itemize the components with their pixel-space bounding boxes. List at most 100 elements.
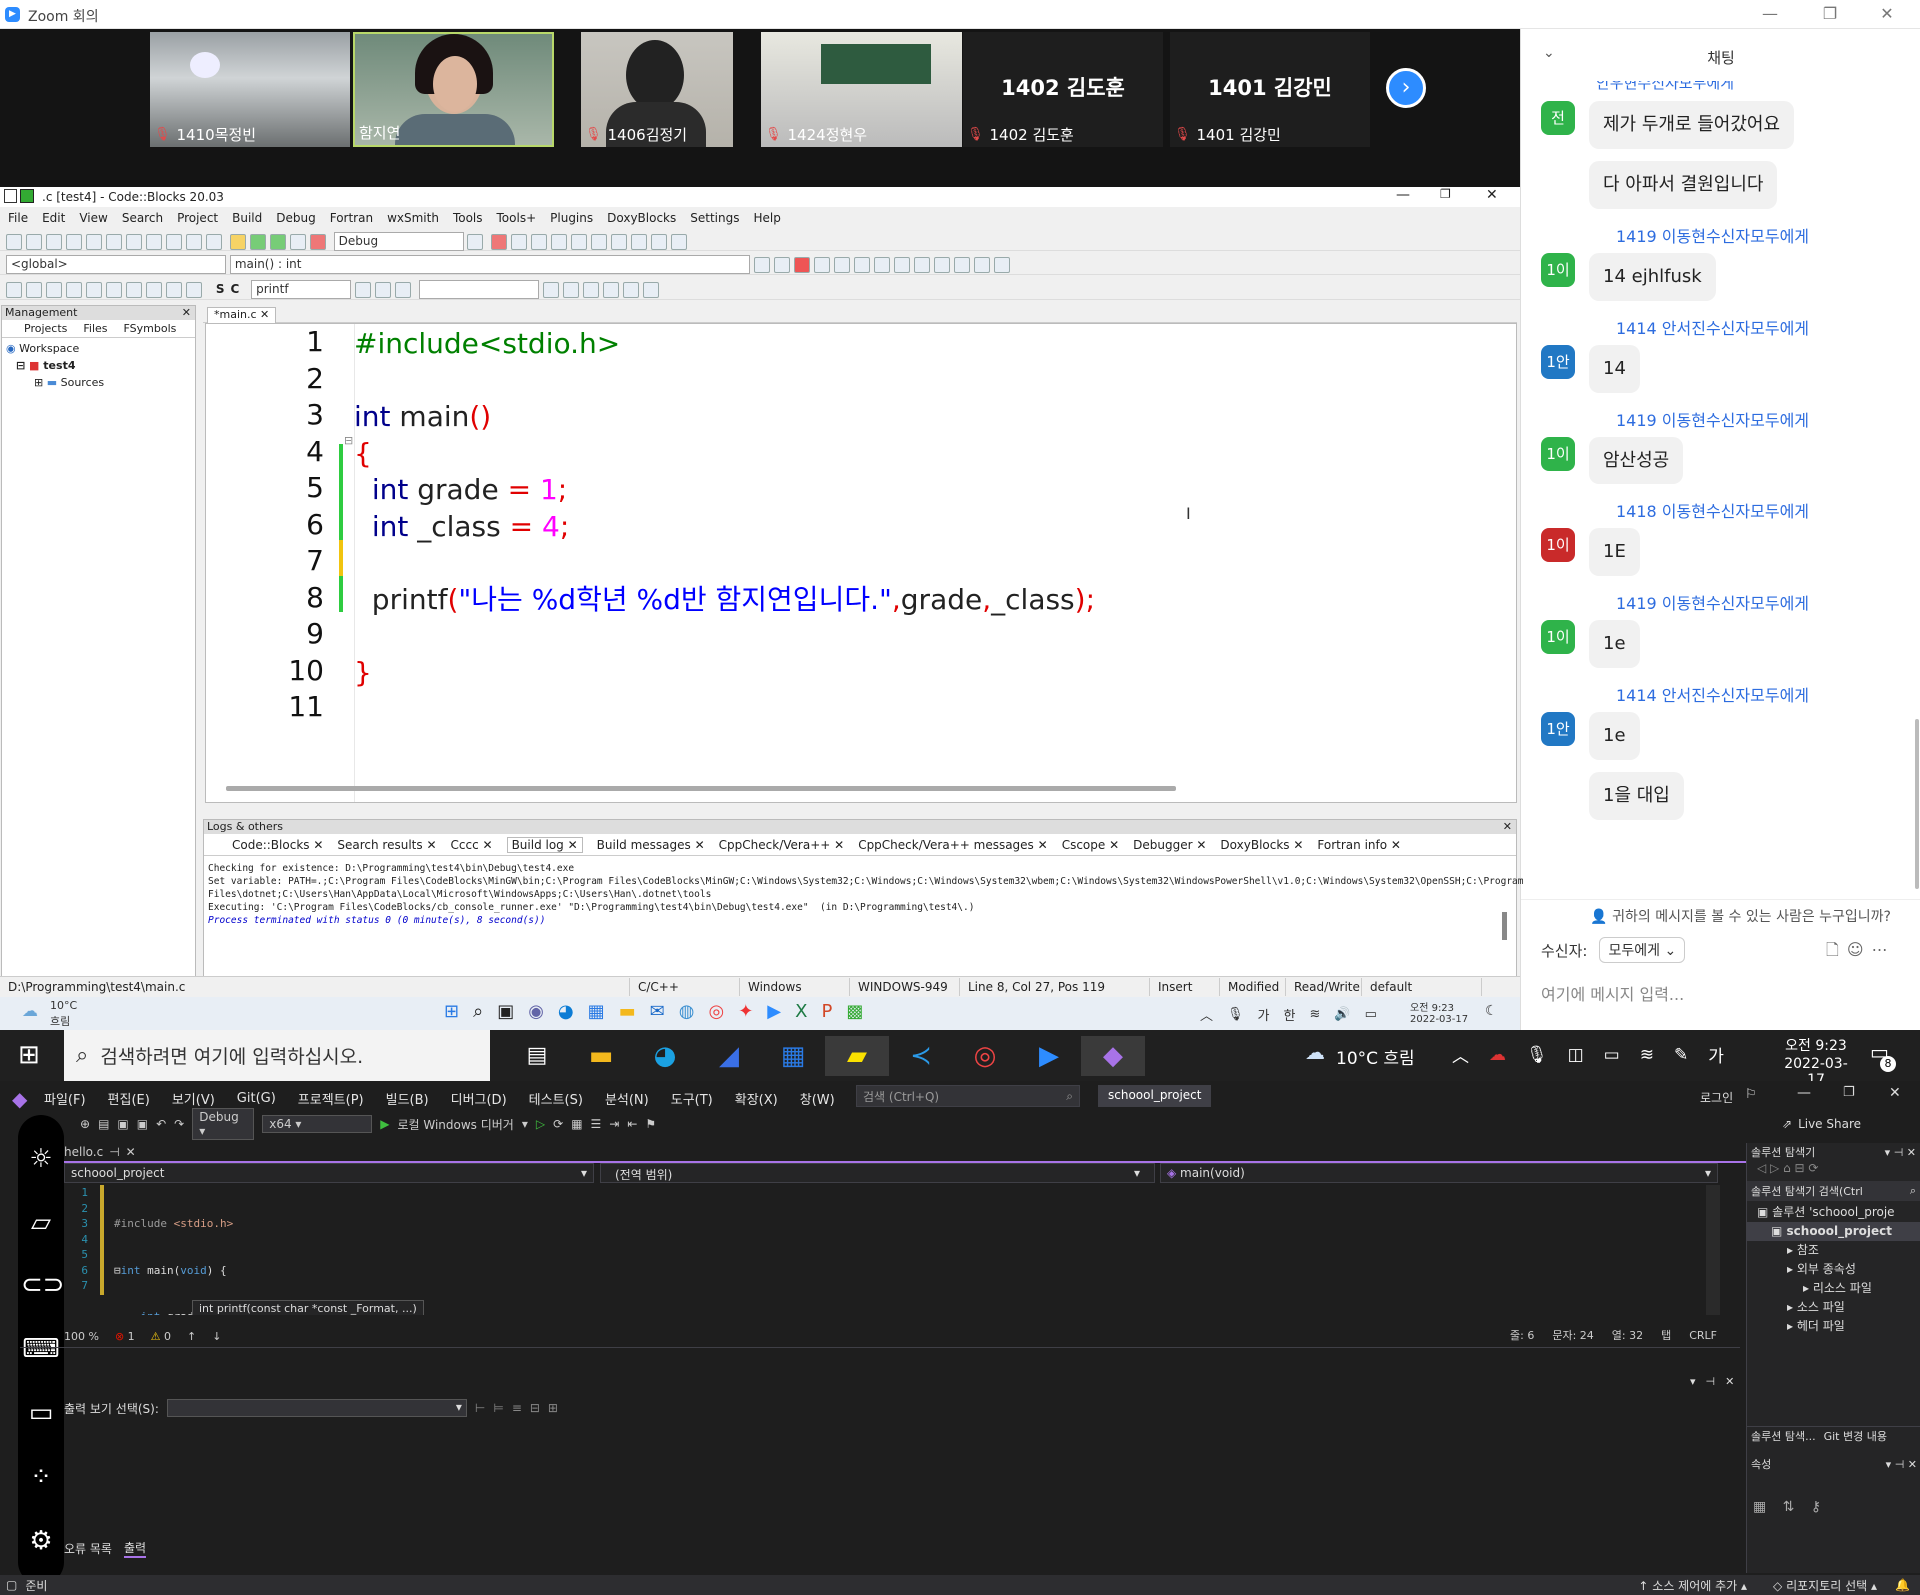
tab-output[interactable]: 출력	[123, 1539, 147, 1558]
log-tab[interactable]: Build messages ✕	[597, 838, 705, 852]
properties-toolbar-icons[interactable]: ▦ ⇅ ⚷	[1753, 1499, 1827, 1515]
platform-select[interactable]: x64 ▾	[262, 1115, 373, 1133]
jump-back-icon[interactable]	[753, 256, 770, 273]
participant-tile[interactable]: 🎙 1410목정빈	[150, 32, 350, 147]
zoom-icon[interactable]: ▶	[767, 1001, 781, 1022]
se-tree-item[interactable]: ▸ 헤더 파일	[1747, 1317, 1920, 1336]
vs-menu-item[interactable]: 테스트(S)	[529, 1089, 583, 1108]
app-icon[interactable]: ◢	[697, 1036, 761, 1076]
tree-workspace[interactable]: ◉ Workspace	[6, 340, 191, 357]
regex-icon[interactable]	[642, 281, 659, 298]
chat-bubble[interactable]: 1을 대입	[1589, 772, 1684, 821]
c-icon[interactable]: C	[230, 282, 239, 296]
tab-git-changes[interactable]: Git 변경 내용	[1824, 1428, 1887, 1444]
teams-icon[interactable]: ◉	[528, 1001, 544, 1022]
store-icon[interactable]: ▦	[588, 1001, 605, 1022]
chat-bubble[interactable]: 암산성공	[1589, 436, 1684, 485]
ime-indicator[interactable]: 가	[1258, 1005, 1270, 1024]
next-icon[interactable]	[993, 256, 1010, 273]
paste-icon[interactable]	[166, 233, 182, 250]
vs-position-field[interactable]: 문자: 24	[1552, 1327, 1593, 1343]
close-tab-icon[interactable]: ✕	[1193, 838, 1206, 852]
save-all-icon[interactable]	[66, 233, 82, 250]
cb-menu-debug[interactable]: Debug	[276, 211, 315, 225]
chat-tools[interactable]: 🗋☺⋯	[1826, 939, 1896, 966]
battery-icon[interactable]: ▭	[1365, 1007, 1377, 1022]
debugger-label[interactable]: 로컬 Windows 디버거	[397, 1116, 513, 1133]
editor-tab-main[interactable]: *main.c ✕	[207, 307, 277, 323]
kakaotalk-icon[interactable]: ▰	[825, 1035, 889, 1076]
arrow-down-icon[interactable]: ↓	[212, 1330, 221, 1343]
battery-icon[interactable]: ▭	[1604, 1045, 1620, 1065]
search-combo[interactable]: printf	[251, 280, 352, 299]
zoom-out-icon[interactable]	[186, 281, 202, 298]
start-no-debug-icon[interactable]: ▷	[536, 1117, 545, 1131]
se-tree-item[interactable]: ▣ 솔루션 'schoool_proje	[1747, 1203, 1920, 1222]
who-can-see-link[interactable]: 👤 귀하의 메시지를 볼 수 있는 사람은 누구입니까?	[1521, 899, 1920, 926]
close-tab-icon[interactable]: ✕	[1105, 838, 1119, 852]
back-icon[interactable]	[542, 281, 559, 298]
se-tree-item[interactable]: ▸ 소스 파일	[1747, 1298, 1920, 1317]
chevron-up-icon[interactable]: ︿	[1200, 1005, 1213, 1024]
start-icon[interactable]: ⊞	[444, 1001, 459, 1022]
comment-icon[interactable]	[893, 256, 910, 273]
vs-menu-item[interactable]: Git(G)	[237, 1091, 276, 1106]
zoom-in-icon[interactable]	[166, 281, 182, 298]
build-icon[interactable]	[229, 233, 246, 250]
start-debug-icon[interactable]: ▶	[380, 1117, 389, 1131]
vs-menu-item[interactable]: 보기(V)	[172, 1089, 215, 1108]
vs-menu-item[interactable]: 편집(E)	[108, 1089, 150, 1108]
close-tab-icon[interactable]: ✕	[564, 838, 578, 852]
undo-icon[interactable]: ↶	[156, 1117, 166, 1131]
cb-restore-button[interactable]: ❐	[1440, 187, 1451, 201]
vs-menu-item[interactable]: 빌드(B)	[386, 1089, 429, 1108]
toolbar-misc-icon[interactable]: ▦	[571, 1117, 582, 1131]
log-scrollbar[interactable]	[1502, 912, 1507, 940]
new-file-icon[interactable]	[6, 233, 22, 250]
chat-bubble[interactable]: 다 아파서 결원입니다	[1589, 160, 1778, 209]
keyboard-icon[interactable]: ⌨	[21, 1329, 61, 1369]
tab-projects[interactable]: Projects	[24, 322, 67, 335]
cb-menu-tools[interactable]: Tools	[453, 211, 483, 225]
chat-input[interactable]: 여기에 메시지 입력...	[1541, 981, 1684, 1005]
vs-login[interactable]: 로그인	[1700, 1089, 1733, 1106]
vs-menu-item[interactable]: 도구(T)	[671, 1089, 713, 1108]
cb-menu-settings[interactable]: Settings	[690, 211, 739, 225]
close-tab-icon[interactable]: ✕	[423, 838, 436, 852]
grid-icon[interactable]	[66, 281, 82, 298]
windows-start-icon[interactable]: ⊞	[18, 1040, 40, 1070]
vs-restore-button[interactable]: ❐	[1843, 1085, 1855, 1100]
list-ctrl-icon[interactable]	[106, 281, 122, 298]
arrow-up-icon[interactable]: ↑	[187, 1330, 196, 1343]
powerpoint-icon[interactable]: P	[821, 1001, 832, 1022]
chat-bubble[interactable]: 1e	[1589, 712, 1640, 761]
vs-menu-item[interactable]: 디버그(D)	[451, 1089, 507, 1108]
participant-tile[interactable]: 1402 김도훈 🎙 1402 김도훈	[963, 32, 1163, 147]
toolbar-misc-icon[interactable]: ⟳	[553, 1117, 563, 1131]
clear-bookmarks-icon[interactable]	[853, 256, 870, 273]
tab-solution-explorer[interactable]: 솔루션 탐색...	[1751, 1428, 1816, 1444]
redo-icon[interactable]: ↷	[174, 1117, 184, 1131]
tree-project[interactable]: ⊟ ■ test4	[6, 357, 191, 374]
store-icon[interactable]: ▦	[761, 1036, 825, 1076]
build-target-select[interactable]: Debug	[333, 232, 464, 251]
close-logs-icon[interactable]: ✕	[1503, 820, 1516, 833]
scope-select[interactable]: <global>	[6, 255, 226, 274]
clear-icon[interactable]	[394, 281, 411, 298]
run-to-cursor-icon[interactable]	[511, 233, 528, 250]
vs-menu-item[interactable]: 창(W)	[800, 1089, 835, 1108]
record-icon[interactable]	[973, 256, 990, 273]
close-icon[interactable]: ✕	[1725, 1375, 1734, 1388]
file-explorer-icon[interactable]: ▬	[569, 1036, 633, 1076]
toolbar-misc-icon[interactable]: ⇤	[627, 1117, 637, 1131]
cb-menu-tools[interactable]: Tools+	[497, 211, 537, 225]
cb-menu-view[interactable]: View	[79, 211, 107, 225]
output-toolbar-icons[interactable]: ⊢⊨≡⊟⊞	[475, 1401, 566, 1415]
live-share-button[interactable]: ⇗ Live Share	[1782, 1117, 1861, 1131]
minimize-button[interactable]: —	[1755, 4, 1785, 23]
tree-sources[interactable]: ⊞ ▬ Sources	[6, 374, 191, 391]
se-controls[interactable]: ▾ ⊣ ✕	[1885, 1146, 1916, 1159]
cb-minimize-button[interactable]: —	[1396, 187, 1410, 203]
pointer-icon[interactable]	[6, 281, 22, 298]
open-icon[interactable]	[26, 233, 42, 250]
